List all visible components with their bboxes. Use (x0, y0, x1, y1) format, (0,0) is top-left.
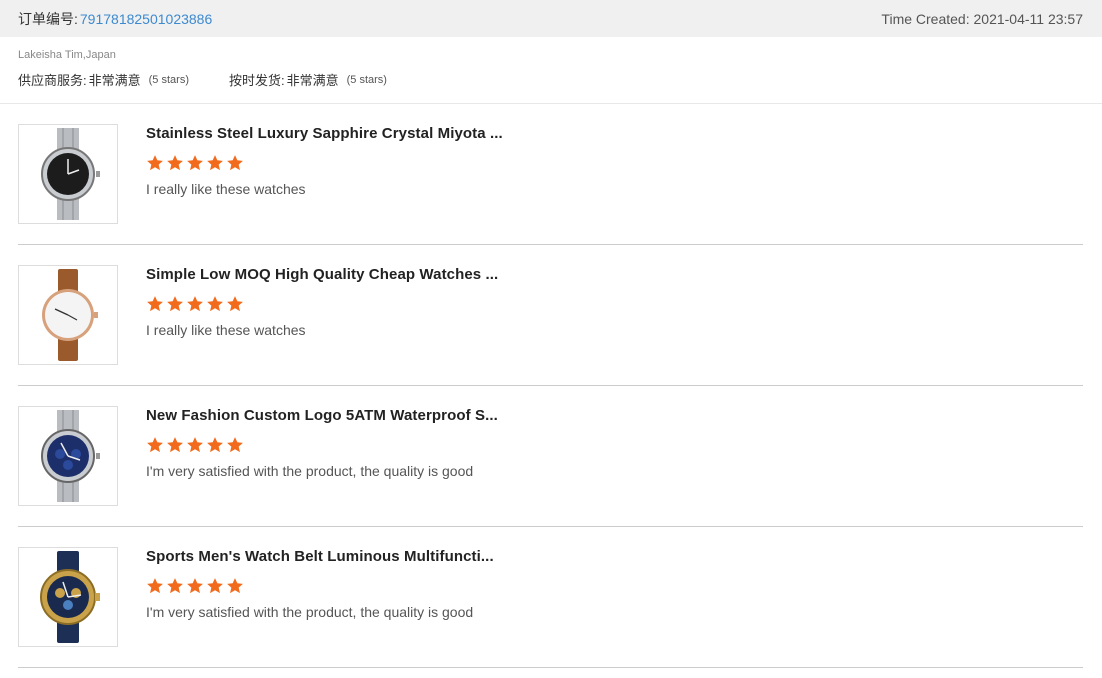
star-icon (167, 296, 183, 312)
order-id-group: 订单编号: 79178182501023886 (18, 9, 212, 29)
star-icon (227, 578, 243, 594)
rating-label: 供应商服务: (18, 73, 87, 88)
star-icon (147, 437, 163, 453)
time-created: Time Created: 2021-04-11 23:57 (881, 11, 1083, 27)
product-info: Simple Low MOQ High Quality Cheap Watche… (146, 265, 498, 385)
star-rating (146, 154, 503, 174)
rating-value: 非常满意 (286, 73, 339, 88)
time-created-value: 2021-04-11 23:57 (973, 10, 1084, 27)
star-icon (167, 437, 183, 453)
star-icon (227, 155, 243, 171)
order-number-link[interactable]: 79178182501023886 (80, 11, 212, 27)
watch-leather-white-dial-icon (42, 269, 98, 361)
rating-label: 按时发货: (228, 73, 285, 88)
product-thumbnail[interactable] (18, 124, 118, 224)
rating-value: 非常满意 (88, 73, 141, 88)
star-icon (187, 437, 203, 453)
product-info: New Fashion Custom Logo 5ATM Waterproof … (146, 406, 498, 526)
star-icon (187, 155, 203, 171)
rating-stars-text: (5 stars) (148, 73, 189, 86)
star-icon (207, 437, 223, 453)
product-title[interactable]: Simple Low MOQ High Quality Cheap Watche… (146, 266, 498, 284)
product-thumbnail[interactable] (18, 547, 118, 647)
rating-on-time-shipping: 按时发货: 非常满意 (5 stars) (229, 70, 387, 89)
product-thumbnail[interactable] (18, 406, 118, 506)
star-icon (147, 296, 163, 312)
product-review-item: Sports Men's Watch Belt Luminous Multifu… (18, 527, 1083, 668)
star-rating (146, 577, 494, 597)
product-review-item: Simple Low MOQ High Quality Cheap Watche… (18, 245, 1083, 386)
rating-supplier-service: 供应商服务: 非常满意 (5 stars) (18, 70, 189, 89)
time-created-label: Time Created: (881, 10, 970, 27)
product-review-list: Stainless Steel Luxury Sapphire Crystal … (0, 104, 1102, 668)
product-thumbnail[interactable] (18, 265, 118, 365)
star-icon (187, 578, 203, 594)
star-rating (146, 295, 498, 315)
star-rating (146, 436, 498, 456)
review-comment: I really like these watches (146, 322, 306, 338)
product-review-item: Stainless Steel Luxury Sapphire Crystal … (18, 104, 1083, 245)
supplier-ratings: 供应商服务: 非常满意 (5 stars) 按时发货: 非常满意 (5 star… (18, 70, 1084, 89)
star-icon (207, 155, 223, 171)
star-icon (207, 296, 223, 312)
product-info: Sports Men's Watch Belt Luminous Multifu… (146, 547, 494, 667)
star-icon (227, 296, 243, 312)
watch-gold-blue-dial-icon (40, 551, 100, 643)
product-title[interactable]: Stainless Steel Luxury Sapphire Crystal … (146, 125, 503, 143)
buyer-name-location: Lakeisha Tim,Japan (18, 49, 116, 61)
watch-steel-black-dial-icon (41, 128, 100, 220)
product-title[interactable]: Sports Men's Watch Belt Luminous Multifu… (146, 548, 494, 566)
review-comment: I'm very satisfied with the product, the… (146, 604, 474, 620)
star-icon (227, 437, 243, 453)
order-number-label: 订单编号: (18, 10, 78, 27)
star-icon (147, 578, 163, 594)
star-icon (207, 578, 223, 594)
order-header: 订单编号: 79178182501023886 Time Created: 20… (0, 0, 1102, 37)
star-icon (167, 155, 183, 171)
star-icon (187, 296, 203, 312)
review-comment: I really like these watches (146, 181, 306, 197)
rating-stars-text: (5 stars) (346, 73, 387, 86)
product-title[interactable]: New Fashion Custom Logo 5ATM Waterproof … (146, 407, 498, 425)
product-review-item: New Fashion Custom Logo 5ATM Waterproof … (18, 386, 1083, 527)
review-meta: Lakeisha Tim,Japan 供应商服务: 非常满意 (5 stars)… (0, 37, 1102, 104)
star-icon (147, 155, 163, 171)
product-info: Stainless Steel Luxury Sapphire Crystal … (146, 124, 503, 244)
watch-steel-blue-dial-icon (41, 410, 100, 502)
review-comment: I'm very satisfied with the product, the… (146, 463, 474, 479)
star-icon (167, 578, 183, 594)
